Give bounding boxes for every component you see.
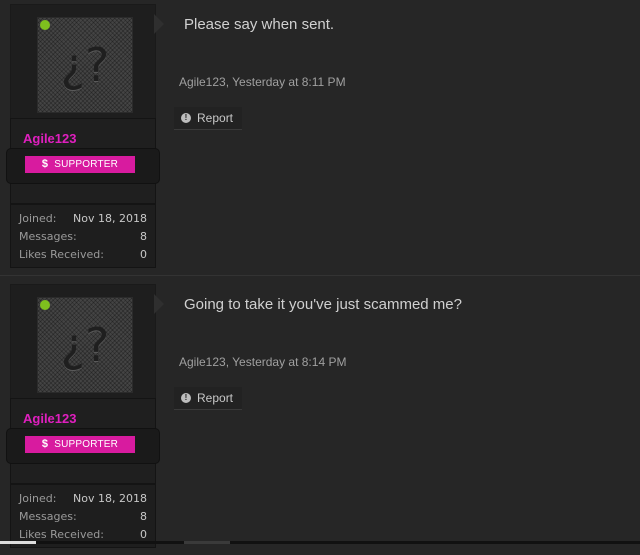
message-meta[interactable]: Agile123, Yesterday at 8:14 PM: [179, 355, 346, 369]
online-status-icon: [40, 300, 50, 310]
stat-label: Likes Received:: [19, 528, 104, 541]
exclamation-icon: !: [181, 393, 191, 403]
user-title-banner: $ SUPPORTER: [7, 149, 159, 183]
report-label: Report: [197, 391, 234, 405]
username-link[interactable]: Agile123: [23, 411, 76, 426]
user-stats: Joined: Nov 18, 2018 Messages: 8 Likes R…: [10, 204, 156, 268]
stat-value: Nov 18, 2018: [73, 492, 147, 505]
avatar[interactable]: ¿?: [37, 297, 133, 393]
user-block: Agile123 $ SUPPORTER: [7, 398, 159, 484]
message-text: Please say when sent.: [184, 16, 335, 33]
stat-value[interactable]: 8: [140, 228, 147, 246]
report-label: Report: [197, 111, 234, 125]
stat-joined: Joined: Nov 18, 2018: [19, 210, 147, 228]
avatar-placeholder-glyph: ¿?: [60, 38, 110, 92]
exclamation-icon: !: [181, 113, 191, 123]
user-stats: Joined: Nov 18, 2018 Messages: 8 Likes R…: [10, 484, 156, 548]
stat-label: Joined:: [19, 492, 57, 505]
avatar[interactable]: ¿?: [37, 17, 133, 113]
online-status-icon: [40, 20, 50, 30]
avatar-frame: ¿?: [10, 284, 156, 400]
report-button[interactable]: ! Report: [174, 387, 242, 410]
stat-joined: Joined: Nov 18, 2018: [19, 490, 147, 508]
pointer-arrow-icon: [154, 294, 164, 314]
stat-messages: Messages: 8: [19, 508, 147, 526]
message-meta[interactable]: Agile123, Yesterday at 8:11 PM: [179, 75, 346, 89]
badge-label: SUPPORTER: [54, 439, 119, 450]
supporter-badge: $ SUPPORTER: [25, 436, 135, 453]
post: ¿? Agile123 $ SUPPORTER Joined: Nov 18, 2…: [0, 275, 640, 555]
username-link[interactable]: Agile123: [23, 131, 76, 146]
badge-label: SUPPORTER: [54, 159, 119, 170]
pointer-arrow-icon: [154, 14, 164, 34]
avatar-frame: ¿?: [10, 4, 156, 120]
stat-label: Joined:: [19, 212, 57, 225]
supporter-badge: $ SUPPORTER: [25, 156, 135, 173]
stat-label: Messages:: [19, 510, 77, 523]
stat-value: Nov 18, 2018: [73, 212, 147, 225]
stat-value[interactable]: 8: [140, 508, 147, 526]
avatar-placeholder-glyph: ¿?: [60, 318, 110, 372]
stat-label: Messages:: [19, 230, 77, 243]
user-block: Agile123 $ SUPPORTER: [7, 118, 159, 204]
stat-label: Likes Received:: [19, 248, 104, 261]
user-title-banner: $ SUPPORTER: [7, 429, 159, 463]
report-button[interactable]: ! Report: [174, 107, 242, 130]
stat-likes-received: Likes Received: 0: [19, 246, 147, 264]
post: ¿? Agile123 $ SUPPORTER Joined: Nov 18, 2…: [0, 0, 640, 276]
stat-messages: Messages: 8: [19, 228, 147, 246]
stat-value: 0: [140, 248, 147, 261]
message-text: Going to take it you've just scammed me?: [184, 296, 462, 313]
dollar-icon: $: [41, 158, 49, 170]
dollar-icon: $: [41, 438, 49, 450]
